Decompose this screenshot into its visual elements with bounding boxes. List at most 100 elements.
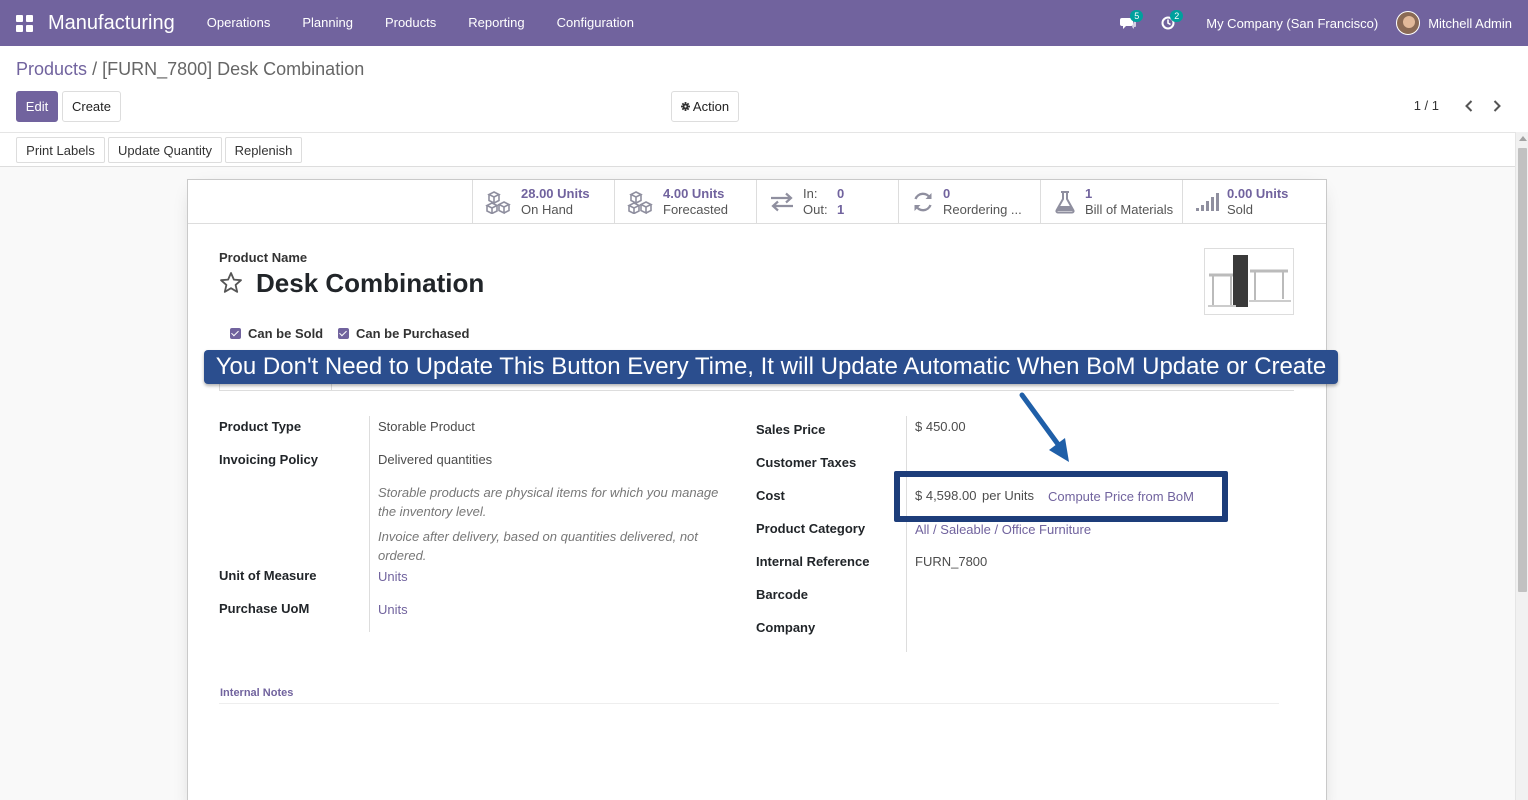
star-icon[interactable] [219,271,243,298]
can-be-purchased-label: Can be Purchased [356,326,470,341]
replenish-button[interactable]: Replenish [225,137,302,163]
action-button[interactable]: Action [671,91,739,122]
smart-buttons: 28.00 Units On Hand 4.00 Units Forecaste… [472,180,1324,224]
invoicing-policy-field[interactable]: Delivered quantities [378,452,492,467]
out-value: 1 [837,202,845,217]
product-category-label: Product Category [756,521,866,536]
product-category-field[interactable]: All / Saleable / Office Furniture [915,522,1091,537]
reordering-button[interactable]: 0 Reordering ... [898,180,1040,224]
out-label: Out: [803,202,828,217]
pager-next-icon[interactable] [1487,96,1507,116]
bom-value: 1 [1085,186,1093,201]
in-out-button[interactable]: In: 0 Out: 1 [756,180,898,224]
customer-taxes-label: Customer Taxes [756,455,857,470]
pager-previous-icon[interactable] [1459,96,1479,116]
refresh-icon [914,192,932,212]
company-label: Company [756,620,816,635]
on-hand-button[interactable]: 28.00 Units On Hand [472,180,614,224]
breadcrumb-separator: / [92,59,98,79]
menu-operations[interactable]: Operations [191,0,287,46]
update-quantity-button[interactable]: Update Quantity [108,137,222,163]
annotation-banner: You Don't Need to Update This Button Eve… [204,350,1338,384]
checkbox-checked-icon [338,328,349,339]
bom-button[interactable]: 1 Bill of Materials [1040,180,1182,224]
bom-label: Bill of Materials [1085,202,1174,217]
menu-planning[interactable]: Planning [286,0,369,46]
highlight-box [894,471,1228,522]
sold-value: 0.00 Units [1227,186,1289,201]
invoicing-policy-label: Invoicing Policy [219,452,318,467]
avatar [1396,11,1421,35]
sales-price-field[interactable]: $ 450.00 [915,419,966,434]
purchase-uom-label: Purchase UoM [219,601,310,616]
on-hand-value: 28.00 Units [521,186,590,201]
internal-reference-field[interactable]: FURN_7800 [915,554,987,569]
breadcrumb-current: [FURN_7800] Desk Combination [102,59,365,79]
menu-reporting[interactable]: Reporting [452,0,540,46]
sales-price-label: Sales Price [756,422,826,437]
invoice-help-text: Invoice after delivery, based on quantit… [378,529,698,563]
breadcrumb: Products / [FURN_7800] Desk Combination [16,59,364,80]
can-be-sold-label: Can be Sold [248,326,324,341]
forecasted-label: Forecasted [663,202,729,217]
internal-notes-tab[interactable]: Internal Notes [220,687,293,699]
can-be-sold-checkbox[interactable]: Can be Sold [230,326,323,341]
scroll-thumb[interactable] [1518,148,1527,592]
product-type-field[interactable]: Storable Product [378,419,475,434]
product-name-label: Product Name [219,250,308,265]
activities-badge: 2 [1170,10,1184,22]
user-menu[interactable]: Mitchell Admin [1396,11,1528,35]
edit-button[interactable]: Edit [16,91,58,122]
tabs-divider [219,390,1294,391]
forecasted-button[interactable]: 4.00 Units Forecasted [614,180,756,224]
purchase-uom-field[interactable]: Units [378,602,408,617]
pager-value[interactable]: 1 / 1 [1414,98,1439,113]
reordering-label: Reordering ... [943,202,1022,217]
messages-badge: 5 [1130,10,1144,22]
cubes-icon [485,191,511,214]
internal-notes-divider [219,703,1279,704]
cost-label: Cost [756,488,785,503]
print-labels-button[interactable]: Print Labels [16,137,105,163]
reordering-value: 0 [943,186,951,201]
internal-reference-label: Internal Reference [756,554,870,569]
menu-configuration[interactable]: Configuration [541,0,650,46]
right-column-separator [906,416,907,652]
storable-help-text: Storable products are physical items for… [378,485,719,519]
scroll-up-icon[interactable] [1519,136,1527,141]
uom-field[interactable]: Units [378,569,408,584]
action-label: Action [692,99,730,114]
forecasted-value: 4.00 Units [663,186,725,201]
product-type-label: Product Type [219,419,302,434]
breadcrumb-products[interactable]: Products [16,59,87,79]
apps-menu-icon[interactable] [0,0,48,46]
create-button[interactable]: Create [62,91,121,122]
control-panel: Products / [FURN_7800] Desk Combination … [0,46,1528,132]
can-be-purchased-checkbox[interactable]: Can be Purchased [338,326,469,341]
annotation-arrow-icon [1019,392,1069,462]
in-value: 0 [837,186,845,201]
cubes-icon [627,191,653,214]
exchange-icon [771,192,793,212]
checkbox-checked-icon [230,328,241,339]
top-navbar: Manufacturing Operations Planning Produc… [0,0,1528,46]
barcode-label: Barcode [756,587,809,602]
signal-icon [1196,193,1219,211]
on-hand-label: On Hand [521,202,574,217]
messages-icon[interactable]: 5 [1108,0,1148,46]
company-switcher[interactable]: My Company (San Francisco) [1188,16,1396,31]
status-bar: Print Labels Update Quantity Replenish [0,132,1515,167]
sold-button[interactable]: 0.00 Units Sold [1182,180,1324,224]
menu-products[interactable]: Products [369,0,452,46]
vertical-scrollbar[interactable] [1515,132,1528,800]
left-column-separator [369,416,370,632]
gear-icon [680,102,690,111]
flask-icon [1055,191,1075,214]
uom-label: Unit of Measure [219,568,317,583]
product-image[interactable] [1204,248,1294,315]
in-label: In: [803,186,818,201]
activities-icon[interactable]: 2 [1148,0,1188,46]
app-name[interactable]: Manufacturing [48,12,175,35]
user-name: Mitchell Admin [1428,15,1512,31]
product-name[interactable]: Desk Combination [256,268,484,299]
